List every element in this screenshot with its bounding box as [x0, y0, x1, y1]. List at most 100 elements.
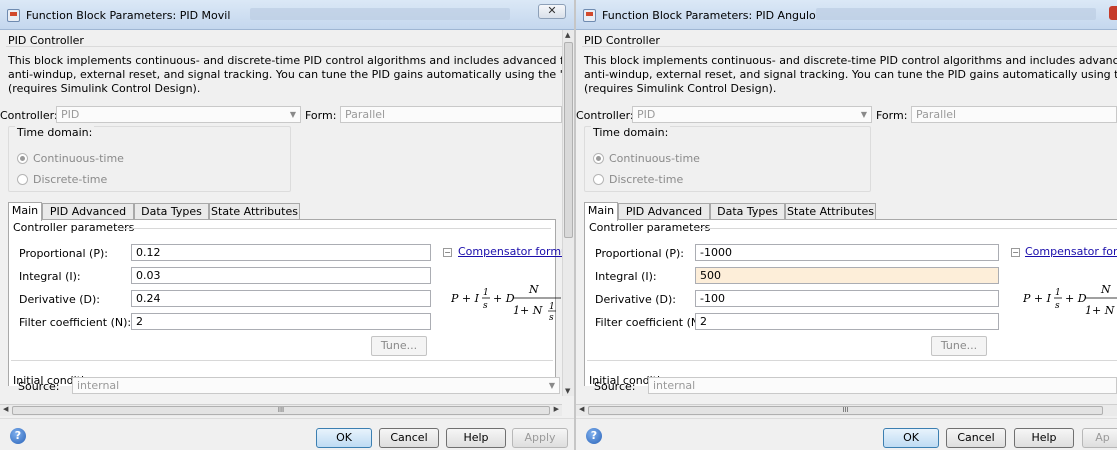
- svg-text:+ D: + D: [493, 292, 515, 305]
- scroll-left-icon[interactable]: ◀: [3, 405, 8, 413]
- cancel-button[interactable]: Cancel: [379, 428, 439, 448]
- radio-unselected-icon: [593, 174, 604, 185]
- time-domain-label: Time domain:: [591, 126, 671, 139]
- form-label: Form:: [305, 109, 337, 122]
- simulink-block-icon: [583, 9, 596, 22]
- controller-select[interactable]: PID ▼: [56, 106, 301, 123]
- horizontal-scrollbar[interactable]: ◀ III ▶: [0, 404, 562, 416]
- divider: [117, 228, 551, 229]
- controller-label: Controller:: [0, 109, 58, 122]
- source-label: Source:: [594, 380, 636, 393]
- derivative-input[interactable]: -100: [695, 290, 999, 307]
- discrete-time-radio[interactable]: Discrete-time: [17, 173, 107, 186]
- discrete-time-label: Discrete-time: [33, 173, 108, 186]
- filter-coefficient-input[interactable]: 2: [695, 313, 999, 330]
- compensator-formula-link[interactable]: Compensator form: [1025, 245, 1117, 258]
- svg-text:P + I: P + I: [451, 292, 480, 305]
- source-value: internal: [653, 379, 696, 392]
- description-line: anti-windup, external reset, and signal …: [8, 68, 562, 81]
- vertical-scrollbar[interactable]: ▲ ▼: [562, 30, 574, 396]
- svg-text:1+ N: 1+ N: [513, 304, 543, 317]
- discrete-time-radio[interactable]: Discrete-time: [593, 173, 683, 186]
- scroll-down-icon[interactable]: ▼: [565, 387, 570, 395]
- proportional-label: Proportional (P):: [19, 247, 108, 260]
- filter-coefficient-input[interactable]: 2: [131, 313, 431, 330]
- svg-text:1: 1: [549, 302, 555, 312]
- help-button[interactable]: Help: [1014, 428, 1074, 448]
- button-bar: ? OK Cancel Help Apply: [0, 418, 574, 450]
- controller-value: PID: [637, 108, 656, 121]
- form-label: Form:: [876, 109, 908, 122]
- scroll-left-icon[interactable]: ◀: [579, 405, 584, 413]
- form-value: Parallel: [916, 108, 957, 121]
- button-bar: ? OK Cancel Help Ap: [576, 418, 1117, 450]
- apply-button[interactable]: Apply: [512, 428, 568, 448]
- help-icon[interactable]: ?: [586, 428, 602, 444]
- cancel-button[interactable]: Cancel: [946, 428, 1006, 448]
- window-title: Function Block Parameters: PID Angulo: [602, 9, 816, 22]
- integral-input[interactable]: 500: [695, 267, 999, 284]
- dialog-pid-movil: Function Block Parameters: PID Movil ✕ P…: [0, 0, 574, 450]
- collapse-icon[interactable]: −: [1011, 248, 1020, 257]
- help-button[interactable]: Help: [446, 428, 506, 448]
- scroll-thumb[interactable]: [564, 42, 573, 238]
- scroll-right-icon[interactable]: ▶: [554, 405, 559, 413]
- apply-button[interactable]: Ap: [1082, 428, 1117, 448]
- scroll-thumb[interactable]: III: [12, 406, 550, 415]
- tab-data-types[interactable]: Data Types: [710, 203, 785, 220]
- horizontal-scrollbar[interactable]: ◀ III: [576, 404, 1117, 416]
- controller-select[interactable]: PID ▼: [632, 106, 872, 123]
- compensator-formula-link[interactable]: Compensator formula: [458, 245, 562, 258]
- proportional-input[interactable]: -1000: [695, 244, 999, 261]
- help-icon[interactable]: ?: [10, 428, 26, 444]
- divider: [582, 46, 1117, 47]
- continuous-time-radio[interactable]: Continuous-time: [593, 152, 700, 165]
- svg-text:1+ N: 1+ N: [1085, 304, 1115, 317]
- title-bar-background: [816, 8, 1096, 20]
- form-value: Parallel: [345, 108, 386, 121]
- dialog-content: PID Controller This block implements con…: [0, 30, 562, 396]
- tune-button[interactable]: Tune...: [371, 336, 427, 356]
- pid-formula: P + I 1 s + D N 1+ N 1 s: [451, 283, 561, 322]
- tab-state-attributes[interactable]: State Attributes: [209, 203, 300, 220]
- integral-input[interactable]: 0.03: [131, 267, 431, 284]
- proportional-input[interactable]: 0.12: [131, 244, 431, 261]
- radio-unselected-icon: [17, 174, 28, 185]
- source-select[interactable]: internal ▼: [72, 377, 560, 394]
- description-line: anti-windup, external reset, and signal …: [584, 68, 1117, 81]
- scroll-thumb[interactable]: III: [588, 406, 1103, 415]
- continuous-time-radio[interactable]: Continuous-time: [17, 152, 124, 165]
- block-description: This block implements continuous- and di…: [584, 54, 1117, 96]
- divider: [6, 46, 562, 47]
- ok-button[interactable]: OK: [883, 428, 939, 448]
- tab-pid-advanced[interactable]: PID Advanced: [618, 203, 710, 220]
- continuous-time-label: Continuous-time: [609, 152, 700, 165]
- controller-label: Controller:: [576, 109, 634, 122]
- window-title: Function Block Parameters: PID Movil: [26, 9, 231, 22]
- tab-state-attributes[interactable]: State Attributes: [785, 203, 876, 220]
- pid-formula: P + I 1 s + D N 1+ N: [1023, 283, 1117, 317]
- title-bar[interactable]: Function Block Parameters: PID Movil ✕: [0, 0, 574, 30]
- tab-main[interactable]: Main: [8, 202, 42, 221]
- main-tab-panel: Controller parameters Proportional (P): …: [584, 219, 1117, 389]
- derivative-label: Derivative (D):: [19, 293, 100, 306]
- proportional-label: Proportional (P):: [595, 247, 684, 260]
- tab-pid-advanced[interactable]: PID Advanced: [42, 203, 134, 220]
- chevron-down-icon: ▼: [548, 381, 555, 390]
- title-bar[interactable]: Function Block Parameters: PID Angulo: [576, 0, 1117, 30]
- tune-button[interactable]: Tune...: [931, 336, 987, 356]
- form-select[interactable]: Parallel: [340, 106, 562, 123]
- tab-main[interactable]: Main: [584, 202, 618, 221]
- close-button[interactable]: ✕: [538, 4, 566, 19]
- description-line: (requires Simulink Control Design).: [8, 82, 201, 95]
- form-select[interactable]: Parallel: [911, 106, 1117, 123]
- source-select[interactable]: internal: [648, 377, 1117, 394]
- tab-data-types[interactable]: Data Types: [134, 203, 209, 220]
- ok-button[interactable]: OK: [316, 428, 372, 448]
- derivative-input[interactable]: 0.24: [131, 290, 431, 307]
- collapse-icon[interactable]: −: [443, 248, 452, 257]
- scroll-up-icon[interactable]: ▲: [565, 31, 570, 39]
- radio-selected-icon: [17, 153, 28, 164]
- description-line: This block implements continuous- and di…: [8, 54, 562, 67]
- close-button[interactable]: [1109, 6, 1117, 20]
